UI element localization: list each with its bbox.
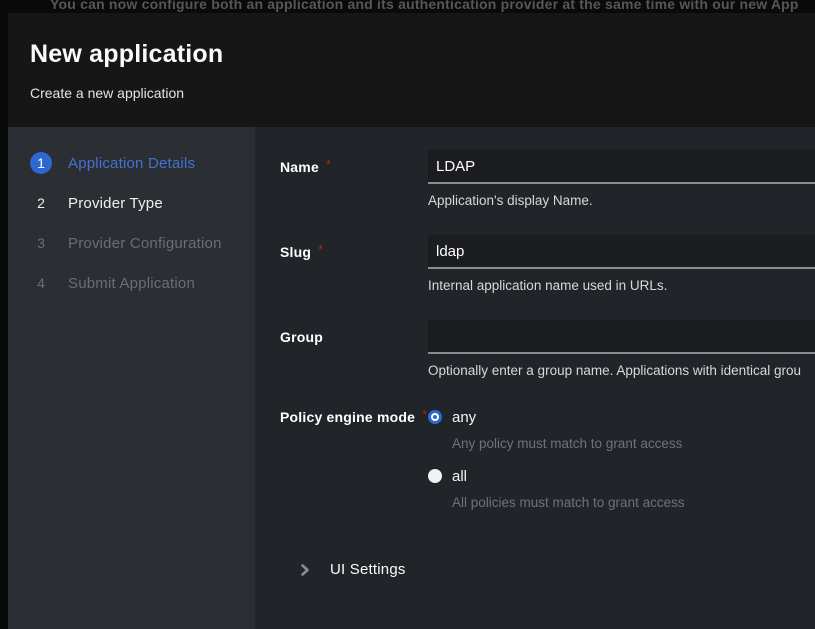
- step-3-label: Provider Configuration: [68, 235, 222, 252]
- name-field-label: Name: [280, 159, 319, 175]
- required-asterisk: *: [318, 242, 323, 257]
- name-help-text: Application's display Name.: [428, 193, 815, 208]
- chevron-right-icon: [298, 563, 312, 577]
- ui-settings-label: UI Settings: [330, 561, 406, 578]
- step-4-badge: 4: [30, 272, 52, 294]
- ui-settings-expander[interactable]: UI Settings: [280, 561, 815, 578]
- wizard-step-provider-configuration: 3 Provider Configuration: [8, 223, 255, 263]
- new-application-modal: New application Create a new application…: [8, 13, 815, 629]
- wizard-step-application-details[interactable]: 1 Application Details: [8, 143, 255, 183]
- name-input[interactable]: [428, 150, 815, 184]
- wizard-steps-sidebar: 1 Application Details 2 Provider Type 3 …: [8, 127, 255, 629]
- radio-selected-icon[interactable]: [428, 410, 442, 424]
- required-asterisk: *: [422, 407, 427, 422]
- application-details-form: Name * Application's display Name. Slug …: [255, 127, 815, 629]
- group-field-row: Group Optionally enter a group name. App…: [280, 320, 815, 378]
- policy-mode-any-help: Any policy must match to grant access: [452, 436, 815, 451]
- group-field-label: Group: [280, 329, 323, 345]
- modal-header: New application Create a new application: [8, 13, 815, 127]
- slug-help-text: Internal application name used in URLs.: [428, 278, 815, 293]
- radio-unselected-icon[interactable]: [428, 469, 442, 483]
- policy-options-cell: any Any policy must match to grant acces…: [428, 405, 815, 523]
- required-asterisk: *: [326, 157, 331, 172]
- step-4-label: Submit Application: [68, 275, 195, 292]
- slug-field-cell: Internal application name used in URLs.: [428, 235, 815, 293]
- slug-input[interactable]: [428, 235, 815, 269]
- wizard-step-provider-type[interactable]: 2 Provider Type: [8, 183, 255, 223]
- group-label-cell: Group: [280, 320, 428, 354]
- modal-body: 1 Application Details 2 Provider Type 3 …: [8, 127, 815, 629]
- name-field-cell: Application's display Name.: [428, 150, 815, 208]
- policy-engine-mode-label: Policy engine mode: [280, 409, 415, 425]
- policy-mode-any-option[interactable]: any: [428, 405, 815, 429]
- group-help-text: Optionally enter a group name. Applicati…: [428, 363, 815, 378]
- page-background: You can now configure both an applicatio…: [0, 0, 815, 629]
- policy-mode-any-label: any: [452, 409, 476, 426]
- name-label-cell: Name *: [280, 150, 428, 184]
- slug-label-cell: Slug *: [280, 235, 428, 269]
- slug-field-label: Slug: [280, 244, 311, 260]
- group-input[interactable]: [428, 320, 815, 354]
- group-field-cell: Optionally enter a group name. Applicati…: [428, 320, 815, 378]
- step-1-badge: 1: [30, 152, 52, 174]
- wizard-step-submit-application: 4 Submit Application: [8, 263, 255, 303]
- policy-mode-all-help: All policies must match to grant access: [452, 495, 815, 510]
- policy-engine-mode-row: Policy engine mode * any Any policy must…: [280, 405, 815, 523]
- name-field-row: Name * Application's display Name.: [280, 150, 815, 208]
- step-2-label: Provider Type: [68, 195, 163, 212]
- banner-message: You can now configure both an applicatio…: [50, 0, 799, 12]
- slug-field-row: Slug * Internal application name used in…: [280, 235, 815, 293]
- modal-subtitle: Create a new application: [30, 85, 815, 101]
- policy-mode-all-option[interactable]: all: [428, 464, 815, 488]
- step-1-label: Application Details: [68, 155, 195, 172]
- policy-label-cell: Policy engine mode *: [280, 405, 428, 429]
- modal-title: New application: [30, 40, 815, 69]
- step-3-badge: 3: [30, 232, 52, 254]
- policy-mode-all-label: all: [452, 468, 467, 485]
- step-2-badge: 2: [30, 192, 52, 214]
